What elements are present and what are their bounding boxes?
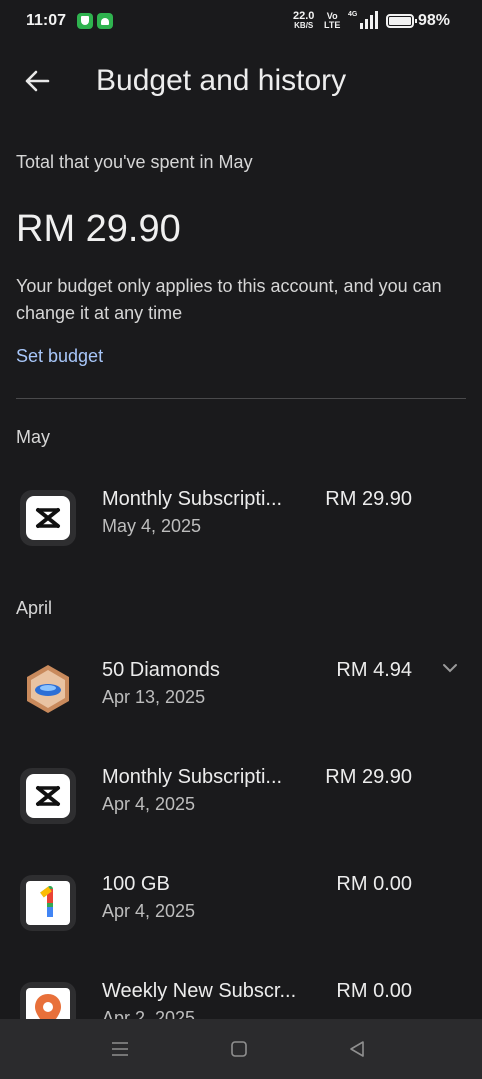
signal-icon: 4G	[348, 11, 378, 29]
capcut-icon	[20, 768, 76, 824]
diamond-badge-icon	[20, 661, 76, 717]
status-bar: 11:07 22.0 KB/S Vo LTE 4G 98%	[0, 0, 482, 44]
transaction-title: Monthly Subscripti...	[102, 488, 283, 510]
transaction-row[interactable]: 50 Diamonds Apr 13, 2025 RM 4.94	[0, 657, 482, 727]
transaction-title: 100 GB	[102, 873, 170, 895]
transaction-title: 50 Diamonds	[102, 659, 220, 681]
battery-percent: 98%	[418, 12, 451, 29]
transaction-amount: RM 4.94	[336, 659, 412, 681]
transaction-date: May 4, 2025	[102, 516, 202, 536]
spent-label: Total that you've spent in May	[16, 152, 253, 172]
capcut-icon	[20, 490, 76, 546]
transaction-date: Apr 4, 2025	[102, 794, 196, 814]
transaction-date: Apr 13, 2025	[102, 687, 206, 707]
back-arrow-icon[interactable]	[22, 66, 52, 96]
network-speed: 22.0 KB/S	[293, 10, 315, 31]
transaction-title: Weekly New Subscr...	[102, 980, 297, 1002]
transaction-date: Apr 4, 2025	[102, 901, 196, 921]
transaction-row[interactable]: Monthly Subscripti... May 4, 2025 RM 29.…	[0, 486, 482, 556]
navigation-bar	[0, 1019, 482, 1079]
google-one-icon	[20, 875, 76, 931]
status-time: 11:07	[26, 12, 67, 29]
set-budget-link[interactable]: Set budget	[16, 346, 103, 367]
month-header-april: April	[16, 598, 53, 618]
back-triangle-icon[interactable]	[347, 1039, 367, 1059]
transaction-amount: RM 0.00	[336, 980, 412, 1002]
divider	[16, 398, 466, 399]
menu-icon[interactable]	[110, 1039, 130, 1059]
page-title: Budget and history	[96, 64, 347, 97]
transaction-row[interactable]: Monthly Subscripti... Apr 4, 2025 RM 29.…	[0, 764, 482, 834]
home-icon[interactable]	[229, 1039, 249, 1059]
budget-note: Your budget only applies to this account…	[16, 276, 442, 323]
transaction-title: Monthly Subscripti...	[102, 766, 283, 788]
transaction-amount: RM 0.00	[336, 873, 412, 895]
transaction-amount: RM 29.90	[325, 488, 412, 510]
volte-indicator: Vo LTE	[324, 11, 341, 30]
month-header-may: May	[16, 427, 51, 447]
transaction-amount: RM 29.90	[325, 766, 412, 788]
android-icon	[97, 13, 113, 29]
transaction-row[interactable]: 100 GB Apr 4, 2025 RM 0.00	[0, 871, 482, 941]
spent-amount: RM 29.90	[16, 208, 181, 250]
battery-icon	[386, 14, 417, 28]
shield-icon	[77, 13, 93, 29]
chevron-down-icon[interactable]	[441, 659, 459, 677]
